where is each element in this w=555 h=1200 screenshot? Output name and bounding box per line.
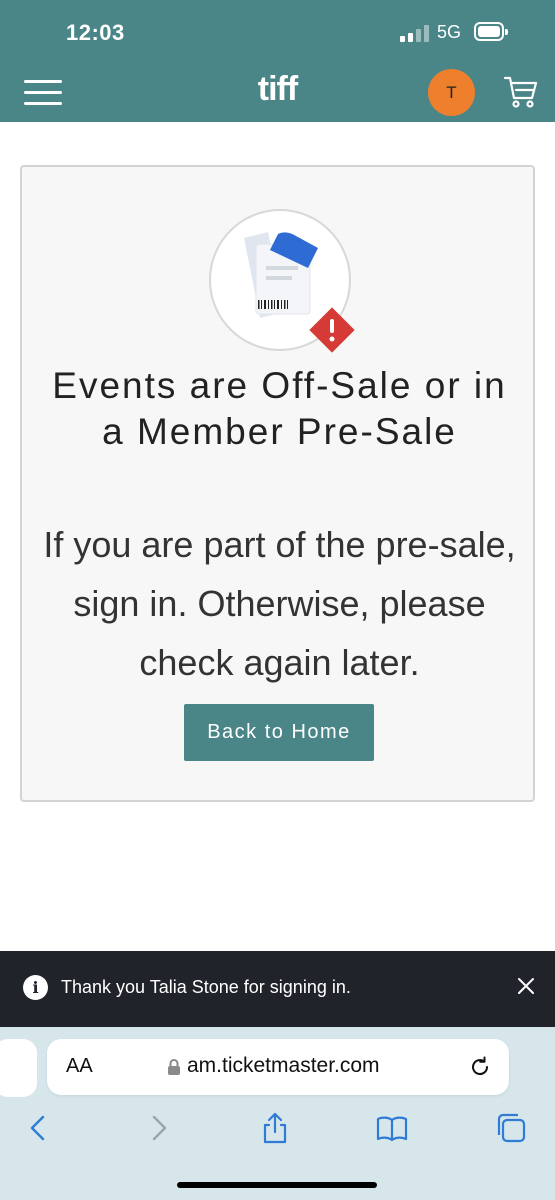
share-icon[interactable] (258, 1111, 292, 1145)
lock-icon (168, 1059, 180, 1075)
app-header: 12:03 5G tiff T (0, 0, 555, 122)
page-title: Events are Off-Sale or in a Member Pre-S… (52, 365, 507, 452)
home-indicator (177, 1182, 377, 1188)
cart-icon[interactable] (503, 74, 539, 110)
off-sale-card: Events are Off-Sale or in a Member Pre-S… (20, 165, 535, 802)
forward-icon[interactable] (141, 1111, 175, 1145)
previous-tab-preview[interactable] (0, 1039, 37, 1097)
info-icon: i (23, 975, 48, 1000)
warning-icon (309, 307, 355, 353)
status-time: 12:03 (66, 20, 125, 45)
back-icon[interactable] (22, 1111, 56, 1145)
avatar[interactable]: T (428, 69, 475, 116)
text-size-button[interactable]: AA (66, 1055, 93, 1078)
browser-toolbar: AA am.ticketmaster.com (0, 1027, 555, 1200)
tabs-icon[interactable] (494, 1111, 528, 1145)
reload-icon[interactable] (468, 1055, 492, 1079)
address-bar[interactable]: AA am.ticketmaster.com (47, 1039, 509, 1095)
toast-message: Thank you Talia Stone for signing in. (61, 977, 351, 997)
url-text[interactable]: am.ticketmaster.com (187, 1054, 380, 1078)
close-icon[interactable] (515, 975, 537, 997)
presale-message: If you are part of the pre-sale, sign in… (43, 524, 516, 683)
back-to-home-button[interactable]: Back to Home (184, 704, 374, 761)
battery-icon (474, 22, 508, 41)
network-label: 5G (437, 22, 462, 42)
bookmarks-icon[interactable] (375, 1111, 409, 1145)
signin-toast: i Thank you Talia Stone for signing in. (0, 951, 555, 1027)
signal-bars-icon (400, 24, 430, 42)
